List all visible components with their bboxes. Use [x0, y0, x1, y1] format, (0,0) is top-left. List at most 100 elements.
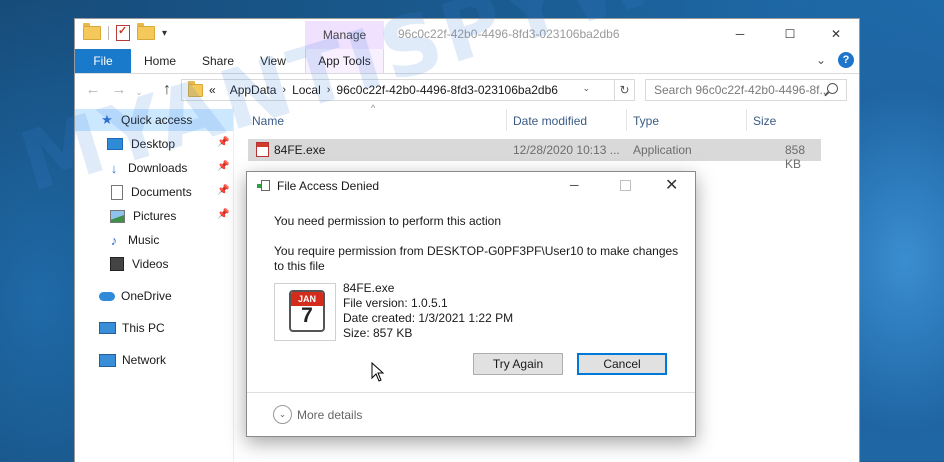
mouse-cursor-icon: [371, 362, 385, 382]
detail-file-version: File version: 1.0.5.1: [343, 296, 448, 310]
tab-home[interactable]: Home: [135, 49, 185, 73]
permission-heading: You need permission to perform this acti…: [274, 214, 502, 228]
title-bar: ▾ Manage 96c0c22f-42b0-4496-8fd3-023106b…: [75, 19, 859, 49]
sidebar-item-pictures[interactable]: Pictures 📌: [75, 205, 233, 227]
column-header-date-modified[interactable]: Date modified: [513, 107, 587, 135]
computer-icon: [99, 322, 116, 334]
dialog-title: File Access Denied: [277, 179, 380, 193]
calendar-day: 7: [301, 304, 313, 327]
sidebar-item-downloads[interactable]: ↓ Downloads 📌: [75, 157, 233, 179]
cancel-button[interactable]: Cancel: [577, 353, 667, 375]
recent-locations-chevron-icon[interactable]: ⌄: [133, 83, 145, 101]
breadcrumb-appdata[interactable]: AppData: [230, 83, 277, 97]
sidebar-item-label: Music: [128, 233, 160, 247]
forward-arrow-icon[interactable]: →: [109, 81, 129, 99]
window-title: 96c0c22f-42b0-4496-8fd3-023106ba2db6: [398, 27, 620, 41]
breadcrumb-overflow[interactable]: «: [209, 83, 216, 97]
address-bar[interactable]: « AppData › Local › 96c0c22f-42b0-4496-8…: [181, 79, 615, 101]
sidebar-item-documents[interactable]: Documents 📌: [75, 181, 233, 203]
help-icon[interactable]: ?: [838, 52, 854, 68]
dialog-title-bar: File Access Denied ─ ✕: [247, 172, 695, 200]
column-divider[interactable]: [746, 109, 747, 131]
toolbar-separator: [108, 26, 109, 40]
column-divider[interactable]: [506, 109, 507, 131]
dialog-minimize-button[interactable]: ─: [570, 178, 579, 192]
detail-date-created: Date created: 1/3/2021 1:22 PM: [343, 311, 514, 325]
sidebar-item-label: Documents: [131, 185, 192, 199]
new-folder-icon[interactable]: [137, 23, 155, 40]
music-icon: ♪: [110, 232, 118, 248]
column-divider[interactable]: [626, 109, 627, 131]
cloud-icon: [99, 291, 115, 301]
tab-file[interactable]: File: [75, 49, 131, 73]
customize-toolbar-chevron-icon[interactable]: ▾: [162, 28, 167, 39]
sidebar-item-network[interactable]: Network: [75, 349, 233, 371]
video-icon: [110, 257, 124, 271]
address-dropdown-icon[interactable]: ⌄: [582, 83, 590, 94]
file-move-icon: [257, 180, 271, 191]
pin-icon[interactable]: 📌: [217, 185, 229, 196]
dialog-maximize-button: [620, 180, 631, 191]
sidebar-item-onedrive[interactable]: OneDrive: [75, 285, 233, 307]
column-header-type[interactable]: Type: [633, 107, 659, 135]
tab-app-tools[interactable]: App Tools: [305, 49, 384, 73]
column-header-name[interactable]: Name: [252, 107, 284, 135]
file-size: 858 KB: [785, 143, 806, 171]
pictures-icon: [110, 209, 125, 223]
file-icon-box: JAN 7: [274, 283, 336, 341]
tab-share[interactable]: Share: [193, 49, 243, 73]
file-details: 84FE.exe File version: 1.0.5.1 Date crea…: [343, 281, 513, 341]
address-folder-icon: [188, 80, 203, 97]
pin-icon[interactable]: 📌: [217, 137, 229, 148]
file-name: 84FE.exe: [274, 143, 326, 157]
file-type: Application: [633, 143, 692, 157]
detail-file-name: 84FE.exe: [343, 281, 395, 295]
sidebar-item-desktop[interactable]: Desktop 📌: [75, 133, 233, 155]
search-input[interactable]: Search 96c0c22f-42b0-4496-8f...: [645, 79, 847, 101]
search-icon[interactable]: [827, 83, 838, 94]
sidebar-item-label: Desktop: [131, 137, 176, 151]
sidebar-item-label: Network: [122, 353, 167, 367]
properties-icon[interactable]: [116, 24, 130, 41]
sidebar-item-videos[interactable]: Videos: [75, 253, 233, 275]
chevron-down-icon[interactable]: ⌄: [273, 405, 292, 424]
table-row[interactable]: 84FE.exe 12/28/2020 10:13 ... Applicatio…: [248, 139, 821, 171]
refresh-icon[interactable]: ↻: [615, 79, 635, 101]
dialog-close-button[interactable]: ✕: [665, 175, 678, 195]
breadcrumb-separator: ›: [282, 84, 287, 96]
back-arrow-icon[interactable]: ←: [83, 81, 103, 99]
close-button[interactable]: ✕: [813, 19, 859, 49]
up-arrow-icon[interactable]: ↑: [157, 81, 177, 99]
expand-ribbon-chevron-icon[interactable]: ⌄: [816, 53, 826, 67]
breadcrumb-local[interactable]: Local: [292, 83, 321, 97]
ribbon-tabs: File Home Share View App Tools ⌄ ?: [75, 49, 859, 74]
sidebar-item-this-pc[interactable]: This PC: [75, 317, 233, 339]
star-icon: ★: [101, 112, 113, 127]
pin-icon[interactable]: 📌: [217, 161, 229, 172]
manage-tab-header[interactable]: Manage: [305, 21, 384, 49]
download-icon: ↓: [110, 160, 118, 176]
more-details-link[interactable]: More details: [297, 408, 362, 422]
sidebar-item-label: Videos: [132, 257, 169, 271]
file-access-denied-dialog: File Access Denied ─ ✕ You need permissi…: [246, 171, 696, 437]
folder-icon[interactable]: [83, 23, 101, 40]
minimize-button[interactable]: ─: [717, 19, 763, 49]
tab-view[interactable]: View: [249, 49, 297, 73]
pin-icon[interactable]: 📌: [217, 209, 229, 220]
network-icon: [99, 353, 116, 367]
sort-ascending-icon: ^: [371, 103, 376, 113]
sidebar-item-label: OneDrive: [121, 289, 172, 303]
sidebar-item-music[interactable]: ♪ Music: [75, 229, 233, 251]
sidebar-item-label: This PC: [122, 321, 165, 335]
calendar-app-icon: [256, 142, 269, 157]
permission-message: You require permission from DESKTOP-G0PF…: [274, 244, 679, 273]
column-header-size[interactable]: Size: [753, 107, 776, 135]
try-again-button[interactable]: Try Again: [473, 353, 563, 375]
calendar-icon: JAN 7: [289, 290, 325, 332]
maximize-button[interactable]: ☐: [767, 19, 813, 49]
quick-access-toolbar: ▾: [83, 23, 167, 41]
sidebar-item-quick-access[interactable]: ★ Quick access: [75, 109, 233, 131]
sidebar-item-label: Pictures: [133, 209, 177, 223]
sidebar-item-label: Quick access: [121, 113, 193, 127]
breadcrumb-current-folder[interactable]: 96c0c22f-42b0-4496-8fd3-023106ba2db6: [336, 83, 558, 97]
